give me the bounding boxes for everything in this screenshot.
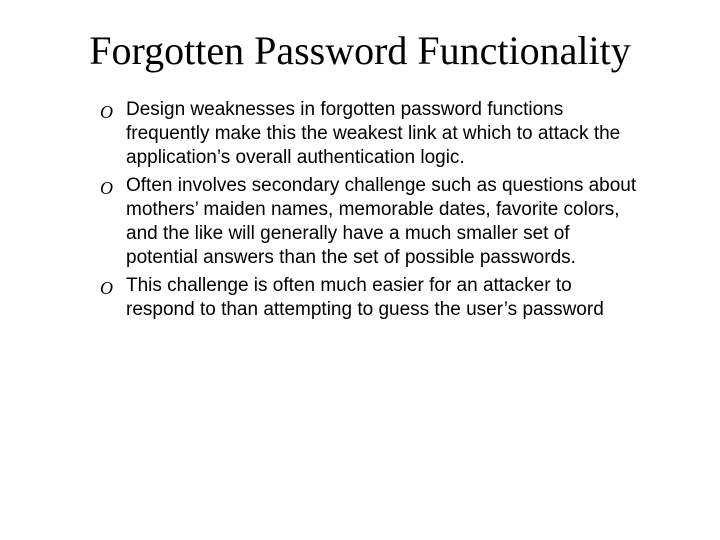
- list-item: O This challenge is often much easier fo…: [100, 274, 640, 322]
- slide-title: Forgotten Password Functionality: [89, 28, 630, 74]
- bullet-marker-icon: O: [100, 274, 126, 300]
- bullet-text: This challenge is often much easier for …: [126, 274, 640, 322]
- slide-body: O Design weaknesses in forgotten passwor…: [60, 98, 660, 326]
- slide: Forgotten Password Functionality O Desig…: [0, 0, 720, 540]
- bullet-marker-icon: O: [100, 174, 126, 200]
- bullet-text: Design weaknesses in forgotten password …: [126, 98, 640, 170]
- list-item: O Design weaknesses in forgotten passwor…: [100, 98, 640, 170]
- bullet-marker-icon: O: [100, 98, 126, 124]
- bullet-text: Often involves secondary challenge such …: [126, 174, 640, 270]
- list-item: O Often involves secondary challenge suc…: [100, 174, 640, 270]
